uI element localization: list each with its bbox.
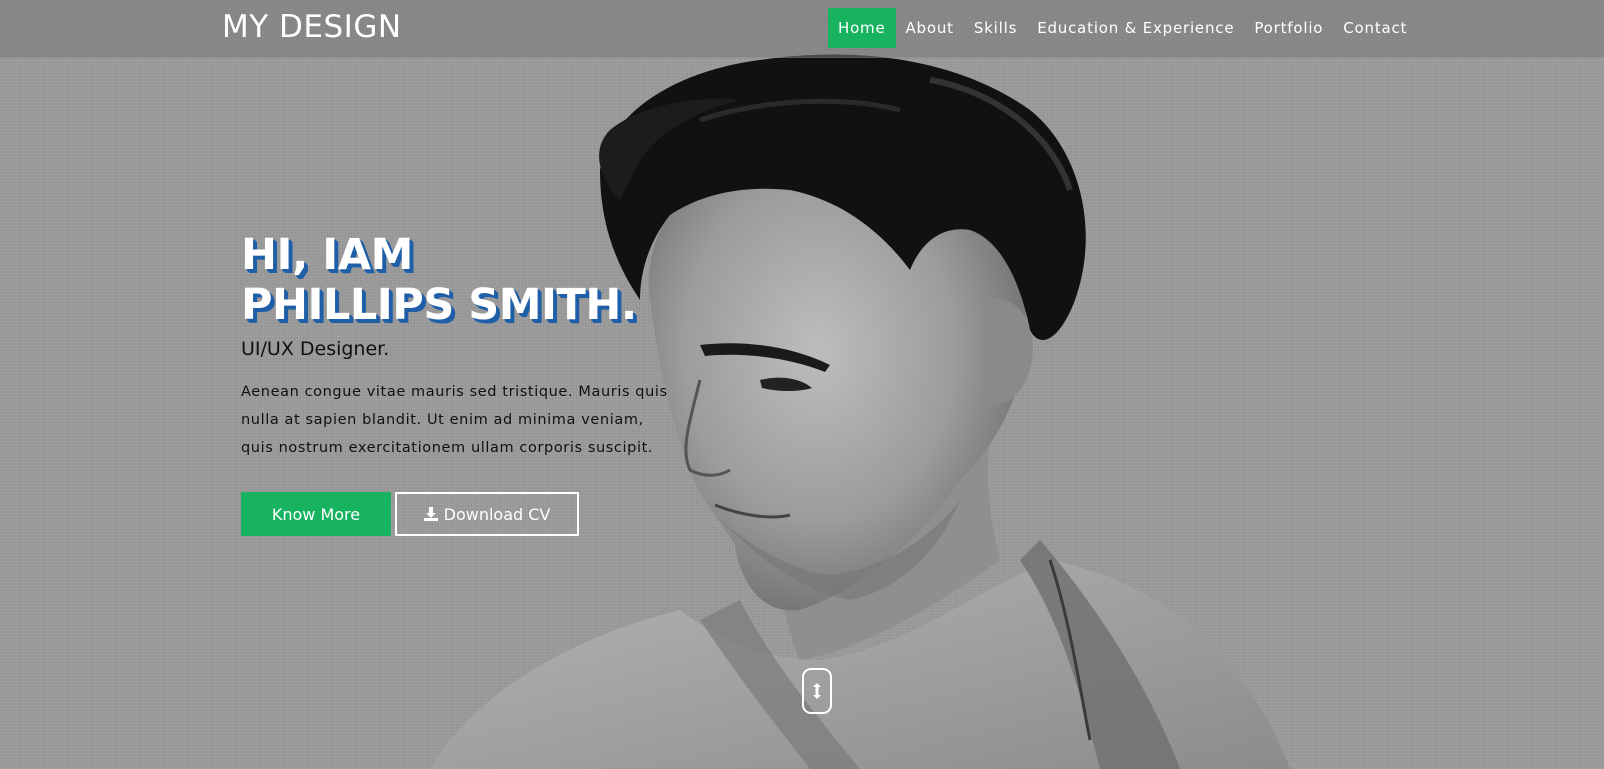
nav-item-portfolio[interactable]: Portfolio [1244, 8, 1333, 48]
nav-item-home[interactable]: Home [828, 8, 896, 48]
hero-buttons: Know More Download CV [241, 492, 671, 536]
download-cv-label: Download CV [443, 504, 551, 524]
hero-subtitle: UI/UX Designer. [241, 338, 390, 360]
nav-item-education-experience[interactable]: Education & Experience [1027, 8, 1244, 48]
hero-content: HI, IAM PHILLIPS SMITH. UI/UX Designer. … [241, 230, 671, 536]
download-cv-button[interactable]: Download CV [395, 492, 579, 536]
hero-title: HI, IAM PHILLIPS SMITH. [241, 230, 671, 330]
main-nav: Home About Skills Education & Experience… [828, 8, 1417, 48]
navbar: MY DESIGN Home About Skills Education & … [0, 0, 1604, 58]
nav-item-contact[interactable]: Contact [1333, 8, 1417, 48]
nav-item-about[interactable]: About [896, 8, 964, 48]
know-more-label: Know More [271, 504, 361, 524]
scroll-down-button[interactable] [802, 668, 832, 714]
scroll-down-icon [813, 683, 821, 699]
hero-title-line-1: HI, IAM [241, 230, 413, 280]
hero-description: Aenean congue vitae mauris sed tristique… [241, 384, 668, 456]
hero-title-line-2: PHILLIPS SMITH. [241, 280, 637, 330]
brand-logo[interactable]: MY DESIGN [222, 9, 402, 45]
know-more-button[interactable]: Know More [241, 492, 391, 536]
download-icon [423, 507, 438, 521]
nav-item-skills[interactable]: Skills [964, 8, 1027, 48]
hero-section: MY DESIGN Home About Skills Education & … [0, 0, 1604, 769]
